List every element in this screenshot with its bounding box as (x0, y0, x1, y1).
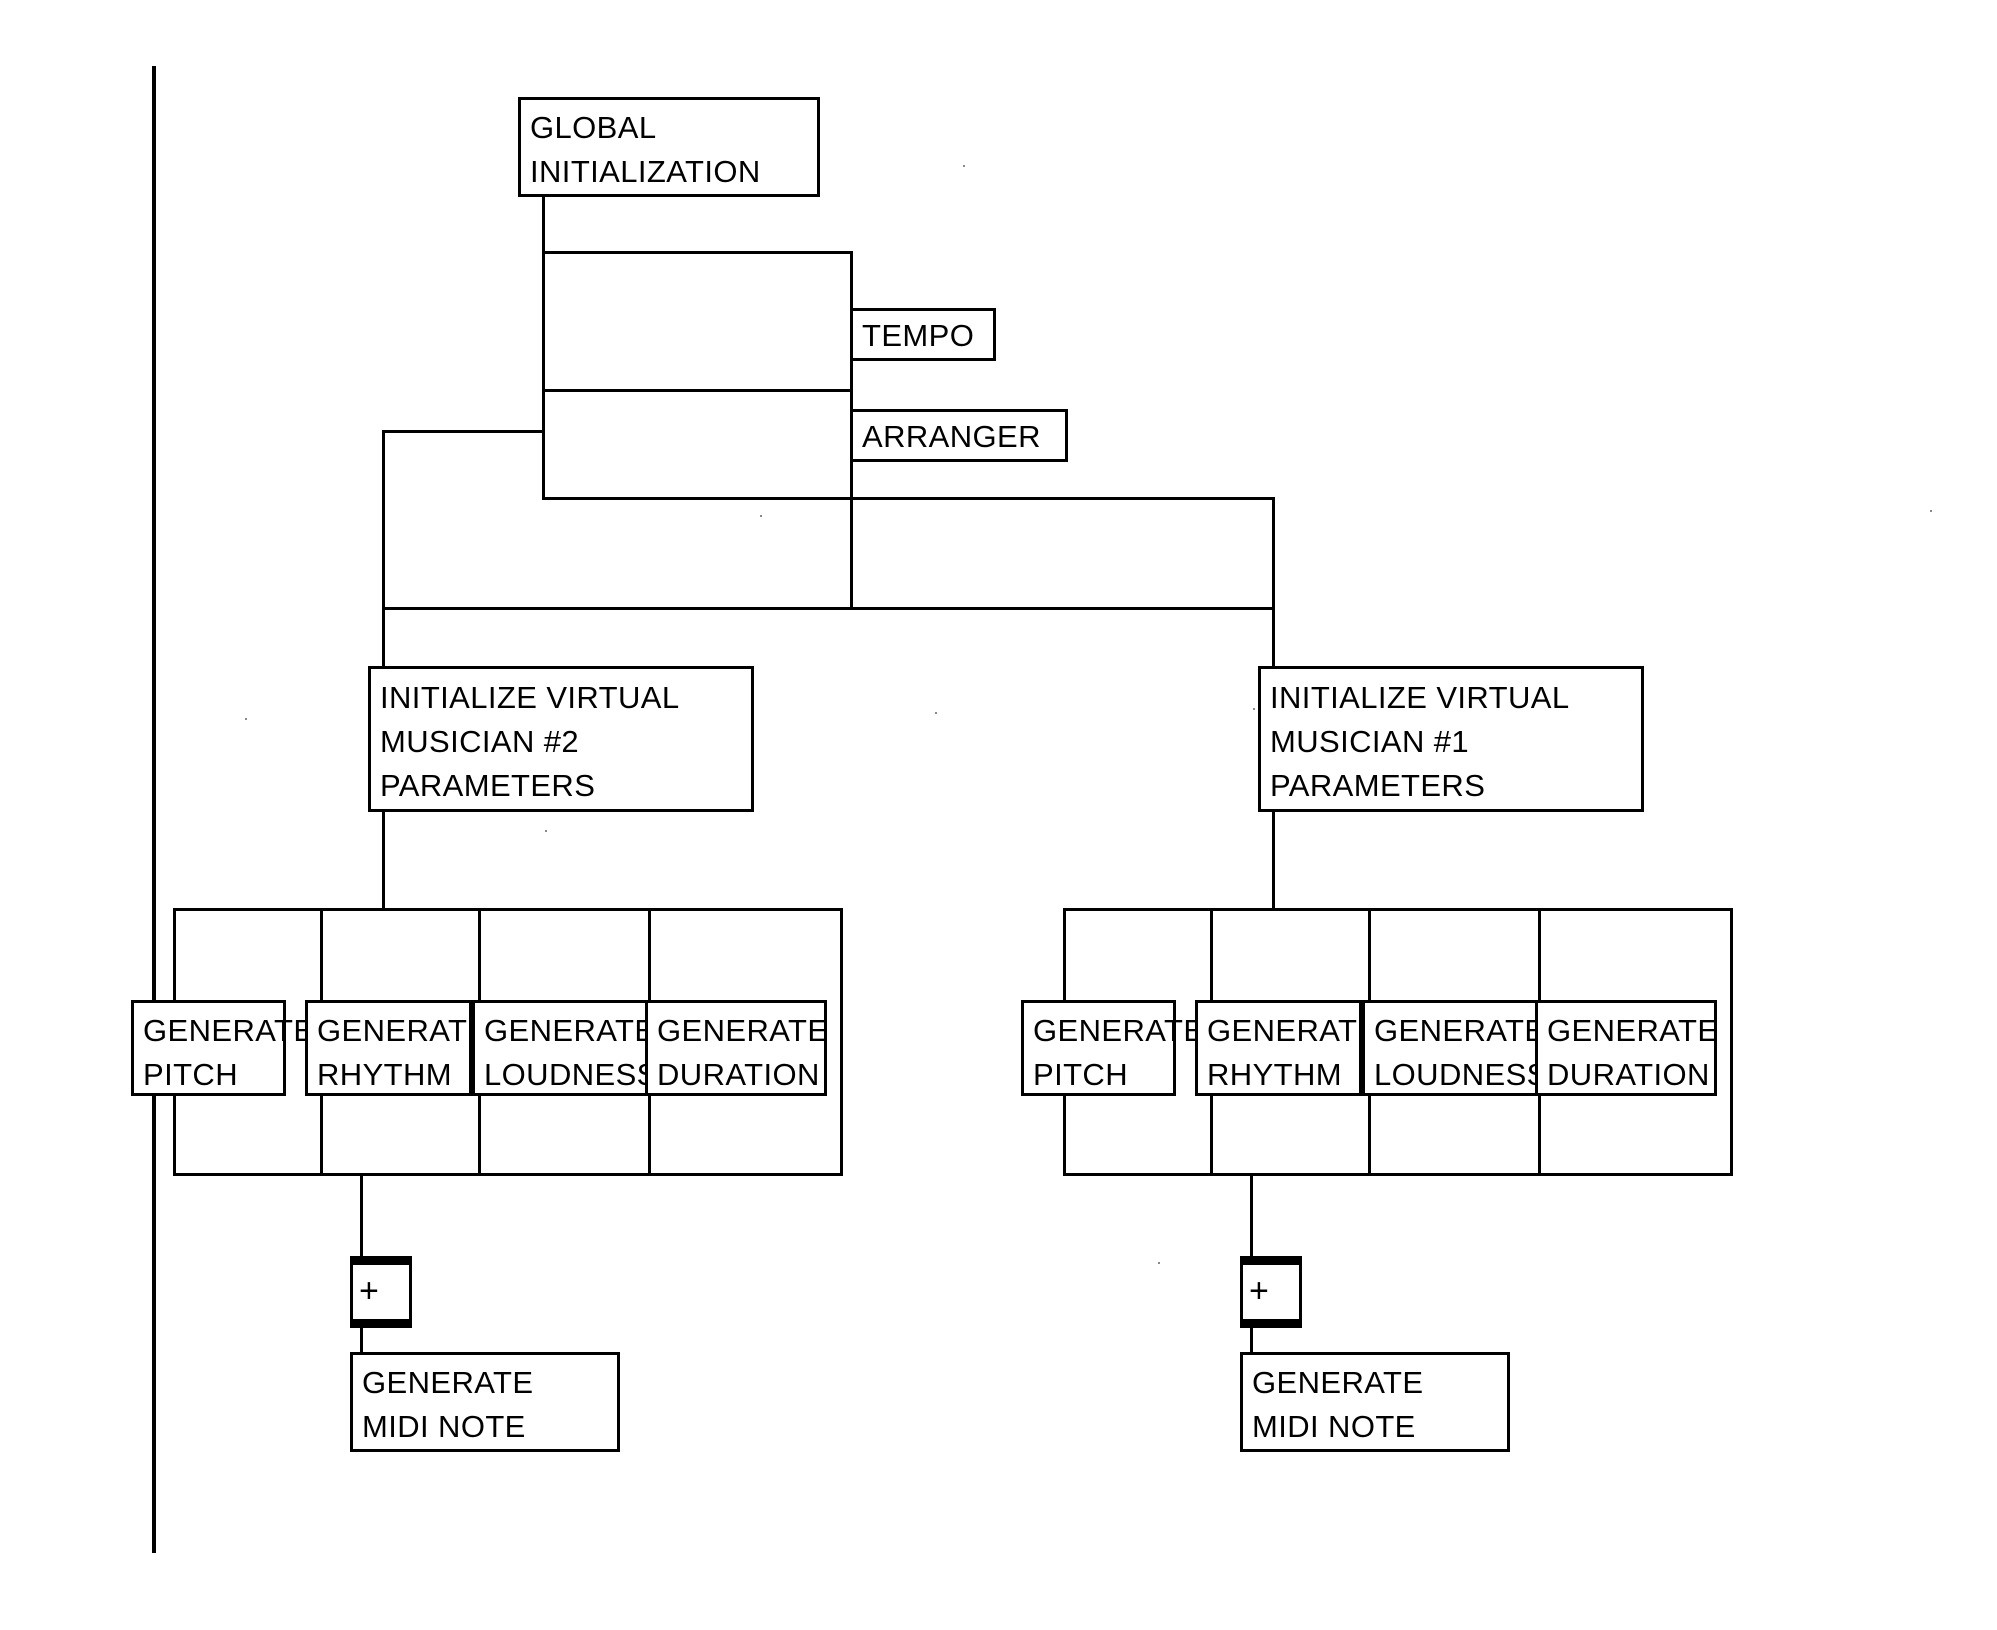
node-generate-midi-note-left[interactable]: GENERATE MIDI NOTE (350, 1352, 620, 1452)
node-label-line: ARRANGER (862, 419, 1041, 454)
connector-left-sum-to-midi (360, 1328, 363, 1355)
node-generate-pitch-right[interactable]: GENERATE PITCH (1021, 1000, 1205, 1096)
node-label-line: PITCH (1033, 1057, 1128, 1092)
node-label-line: GENERATE (1252, 1365, 1424, 1400)
plus-symbol: + (1249, 1272, 1269, 1310)
node-label-line: GENERATE (1033, 1013, 1205, 1048)
node-label-line: MIDI NOTE (1252, 1409, 1416, 1444)
node-label-line: DURATION (657, 1057, 820, 1092)
node-label-line: PARAMETERS (1270, 768, 1486, 803)
connector-tempo-riser (850, 251, 853, 311)
connector-drop-to-init-vm1 (1272, 607, 1275, 670)
connector-musician1-riser (1272, 497, 1275, 609)
node-label-line: INITIALIZATION (530, 154, 761, 189)
node-label-line: INITIALIZE VIRTUAL (1270, 680, 1570, 715)
node-label-line: MIDI NOTE (362, 1409, 526, 1444)
node-generate-loudness-left[interactable]: GENERATE LOUDNESS (472, 1000, 658, 1096)
scan-speck (545, 830, 547, 832)
node-generate-rhythm-right[interactable]: GENERATE RHYTHM (1195, 1000, 1379, 1096)
node-initialize-virtual-musician-1[interactable]: INITIALIZE VIRTUAL MUSICIAN #1 PARAMETER… (1258, 666, 1644, 812)
connector-musician2-upper-riser (382, 430, 385, 610)
node-generate-midi-note-right[interactable]: GENERATE MIDI NOTE (1240, 1352, 1510, 1452)
node-label-line: GENERATE (362, 1365, 534, 1400)
node-label-line: GENERATE (143, 1013, 315, 1048)
node-label-line: GENERATE (1207, 1013, 1379, 1048)
node-generate-loudness-right[interactable]: GENERATE LOUDNESS (1362, 1000, 1548, 1096)
node-arranger[interactable]: ARRANGER (850, 409, 1068, 462)
scan-speck (1930, 510, 1932, 512)
connector-tempo-branch-horizontal (542, 251, 853, 254)
node-generate-pitch-left[interactable]: GENERATE PITCH (131, 1000, 315, 1096)
connector-musician-distribution-bus (382, 607, 1275, 610)
node-tempo[interactable]: TEMPO (850, 308, 996, 361)
node-label-line: INITIALIZE VIRTUAL (380, 680, 680, 715)
node-sum-right[interactable]: + (1240, 1256, 1302, 1328)
connector-arranger-branch-horizontal (542, 389, 853, 392)
connector-trunk-foot (542, 497, 1275, 500)
connector-left-bracket-to-sum (360, 1176, 363, 1259)
node-initialize-virtual-musician-2[interactable]: INITIALIZE VIRTUAL MUSICIAN #2 PARAMETER… (368, 666, 754, 812)
diagram-canvas: GLOBAL INITIALIZATION TEMPO ARRANGER INI… (0, 0, 1997, 1630)
node-label-line: PARAMETERS (380, 768, 596, 803)
node-label-line: LOUDNESS (484, 1057, 658, 1092)
node-label-line: GENERATE (1374, 1013, 1546, 1048)
connector-right-bracket-to-sum (1250, 1176, 1253, 1259)
node-label-line: LOUDNESS (1374, 1057, 1548, 1092)
connector-global-trunk (542, 197, 545, 500)
scan-speck (1158, 1262, 1160, 1264)
plus-symbol: + (359, 1272, 379, 1310)
scan-speck (245, 718, 247, 720)
node-label-line: PITCH (143, 1057, 238, 1092)
connector-init-vm2-drop (382, 812, 385, 911)
connector-drop-to-init-vm2 (382, 607, 385, 670)
node-label-line: GENERATE (317, 1013, 489, 1048)
connector-musician2-upper-shelf (382, 430, 545, 433)
node-label-line: RHYTHM (1207, 1057, 1342, 1092)
node-label-line: MUSICIAN #2 (380, 724, 580, 759)
node-generate-duration-left[interactable]: GENERATE DURATION (645, 1000, 829, 1096)
scan-speck (935, 712, 937, 714)
scan-speck (963, 165, 965, 167)
node-label-line: GENERATE (1547, 1013, 1719, 1048)
node-label-line: TEMPO (862, 318, 975, 353)
connector-arranger-drop (850, 462, 853, 610)
node-generate-duration-right[interactable]: GENERATE DURATION (1535, 1000, 1719, 1096)
node-label-line: GENERATE (657, 1013, 829, 1048)
node-sum-left[interactable]: + (350, 1256, 412, 1328)
node-label-line: MUSICIAN #1 (1270, 724, 1470, 759)
connector-init-vm1-drop (1272, 812, 1275, 911)
node-label-line: RHYTHM (317, 1057, 452, 1092)
scan-speck (1253, 708, 1255, 710)
page-margin-rule (152, 66, 156, 1553)
node-global-initialization[interactable]: GLOBAL INITIALIZATION (518, 97, 820, 197)
node-label-line: GLOBAL (530, 110, 657, 145)
node-generate-rhythm-left[interactable]: GENERATE RHYTHM (305, 1000, 489, 1096)
node-label-line: GENERATE (484, 1013, 656, 1048)
connector-right-sum-to-midi (1250, 1328, 1253, 1355)
scan-speck (760, 515, 762, 517)
node-label-line: DURATION (1547, 1057, 1710, 1092)
